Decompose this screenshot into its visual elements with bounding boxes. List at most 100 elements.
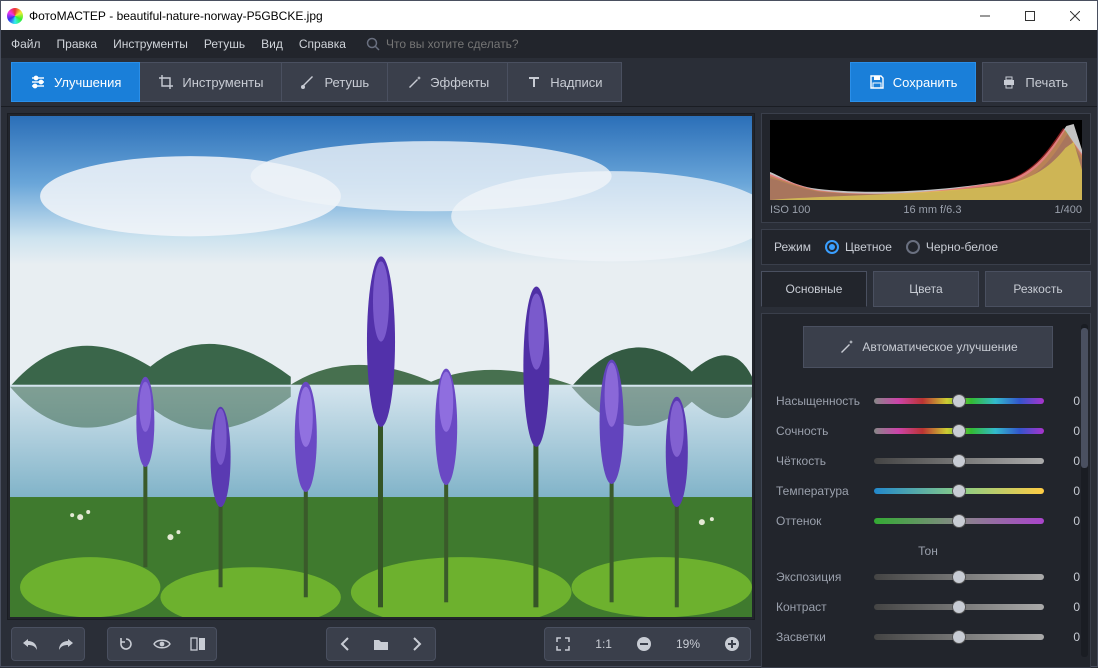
slider-exposure[interactable]: Экспозиция 0 [776, 562, 1080, 592]
tab-retouch[interactable]: Ретушь [282, 62, 388, 102]
slider-highlights[interactable]: Засветки 0 [776, 622, 1080, 652]
slider-exposure-label: Экспозиция [776, 570, 866, 584]
slider-thumb[interactable] [952, 630, 966, 644]
save-label: Сохранить [893, 75, 958, 90]
histogram-panel: ISO 100 16 mm f/6.3 1/400 [761, 113, 1091, 223]
zoom-in-button[interactable] [714, 627, 750, 661]
text-icon [526, 74, 542, 90]
save-icon [869, 74, 885, 90]
slider-tint-label: Оттенок [776, 514, 866, 528]
slider-exposure-track[interactable] [874, 574, 1044, 580]
tab-text[interactable]: Надписи [508, 62, 621, 102]
meta-iso: ISO 100 [770, 204, 810, 216]
slider-tint-track[interactable] [874, 518, 1044, 524]
slider-temperature[interactable]: Температура 0 [776, 476, 1080, 506]
slider-contrast-value: 0 [1052, 600, 1080, 614]
compare-button[interactable] [180, 627, 216, 661]
slider-clarity[interactable]: Чёткость 0 [776, 446, 1080, 476]
title-bar: ФотоМАСТЕР - beautiful-nature-norway-P5G… [1, 1, 1097, 30]
slider-vibrance-value: 0 [1052, 424, 1080, 438]
menu-retouch[interactable]: Ретушь [204, 37, 245, 51]
maximize-button[interactable] [1007, 1, 1052, 30]
tab-retouch-label: Ретушь [324, 75, 369, 90]
magic-wand-icon [838, 339, 854, 355]
zoom-ratio-label[interactable]: 1:1 [581, 627, 626, 661]
sliders-panel: Автоматическое улучшение Насыщенность 0 … [761, 313, 1091, 668]
menu-view[interactable]: Вид [261, 37, 283, 51]
subtab-bar: Основные Цвета Резкость [761, 271, 1091, 307]
tab-effects[interactable]: Эффекты [388, 62, 508, 102]
slider-saturation[interactable]: Насыщенность 0 [776, 386, 1080, 416]
slider-saturation-track[interactable] [874, 398, 1044, 404]
slider-tint-value: 0 [1052, 514, 1080, 528]
menu-help[interactable]: Справка [299, 37, 346, 51]
wand-icon [406, 74, 422, 90]
tone-section-title: Тон [776, 544, 1080, 558]
slider-thumb[interactable] [952, 570, 966, 584]
radio-unchecked-icon [906, 240, 920, 254]
slider-highlights-value: 0 [1052, 630, 1080, 644]
brush-icon [300, 74, 316, 90]
app-icon [7, 8, 23, 24]
scrollbar[interactable] [1081, 324, 1088, 657]
menu-bar: Файл Правка Инструменты Ретушь Вид Справ… [1, 30, 1097, 58]
prev-image-button[interactable] [327, 627, 363, 661]
search-input[interactable] [386, 37, 586, 51]
slider-thumb[interactable] [952, 514, 966, 528]
save-button[interactable]: Сохранить [850, 62, 977, 102]
tab-effects-label: Эффекты [430, 75, 489, 90]
zoom-out-button[interactable] [626, 627, 662, 661]
slider-temperature-label: Температура [776, 484, 866, 498]
redo-button[interactable] [48, 627, 84, 661]
sliders-icon [30, 74, 46, 90]
tab-enhance-label: Улучшения [54, 75, 121, 90]
next-image-button[interactable] [399, 627, 435, 661]
slider-temperature-track[interactable] [874, 488, 1044, 494]
slider-clarity-track[interactable] [874, 458, 1044, 464]
open-folder-button[interactable] [363, 627, 399, 661]
mode-radio-color[interactable]: Цветное [825, 240, 892, 254]
preview-toggle-button[interactable] [144, 627, 180, 661]
print-button[interactable]: Печать [982, 62, 1087, 102]
window-title: ФотоМАСТЕР - beautiful-nature-norway-P5G… [29, 9, 323, 23]
auto-enhance-button[interactable]: Автоматическое улучшение [803, 326, 1053, 368]
slider-vibrance[interactable]: Сочность 0 [776, 416, 1080, 446]
bottom-toolbar: 1:1 19% [1, 620, 761, 668]
canvas-viewport[interactable] [7, 113, 755, 620]
tab-enhance[interactable]: Улучшения [11, 62, 140, 102]
slider-contrast-track[interactable] [874, 604, 1044, 610]
slider-tint[interactable]: Оттенок 0 [776, 506, 1080, 536]
slider-contrast[interactable]: Контраст 0 [776, 592, 1080, 622]
reset-button[interactable] [108, 627, 144, 661]
undo-button[interactable] [12, 627, 48, 661]
fit-screen-button[interactable] [545, 627, 581, 661]
slider-highlights-label: Засветки [776, 630, 866, 644]
tab-tools-label: Инструменты [182, 75, 263, 90]
slider-highlights-track[interactable] [874, 634, 1044, 640]
zoom-percent-label[interactable]: 19% [662, 627, 714, 661]
menu-tools[interactable]: Инструменты [113, 37, 188, 51]
slider-thumb[interactable] [952, 600, 966, 614]
close-button[interactable] [1052, 1, 1097, 30]
mode-radio-bw[interactable]: Черно-белое [906, 240, 998, 254]
subtab-sharpen[interactable]: Резкость [985, 271, 1091, 307]
menu-edit[interactable]: Правка [57, 37, 98, 51]
radio-checked-icon [825, 240, 839, 254]
subtab-colors[interactable]: Цвета [873, 271, 979, 307]
mode-color-label: Цветное [845, 240, 892, 254]
slider-thumb[interactable] [952, 454, 966, 468]
search-box[interactable] [366, 37, 586, 51]
slider-vibrance-track[interactable] [874, 428, 1044, 434]
subtab-basic[interactable]: Основные [761, 271, 867, 307]
minimize-button[interactable] [962, 1, 1007, 30]
photo-preview [10, 116, 752, 617]
crop-icon [158, 74, 174, 90]
slider-thumb[interactable] [952, 484, 966, 498]
slider-thumb[interactable] [952, 424, 966, 438]
slider-thumb[interactable] [952, 394, 966, 408]
tab-tools[interactable]: Инструменты [140, 62, 282, 102]
scrollbar-thumb[interactable] [1081, 328, 1088, 468]
histogram[interactable] [770, 120, 1082, 200]
menu-file[interactable]: Файл [11, 37, 41, 51]
meta-lens: 16 mm f/6.3 [903, 204, 961, 216]
